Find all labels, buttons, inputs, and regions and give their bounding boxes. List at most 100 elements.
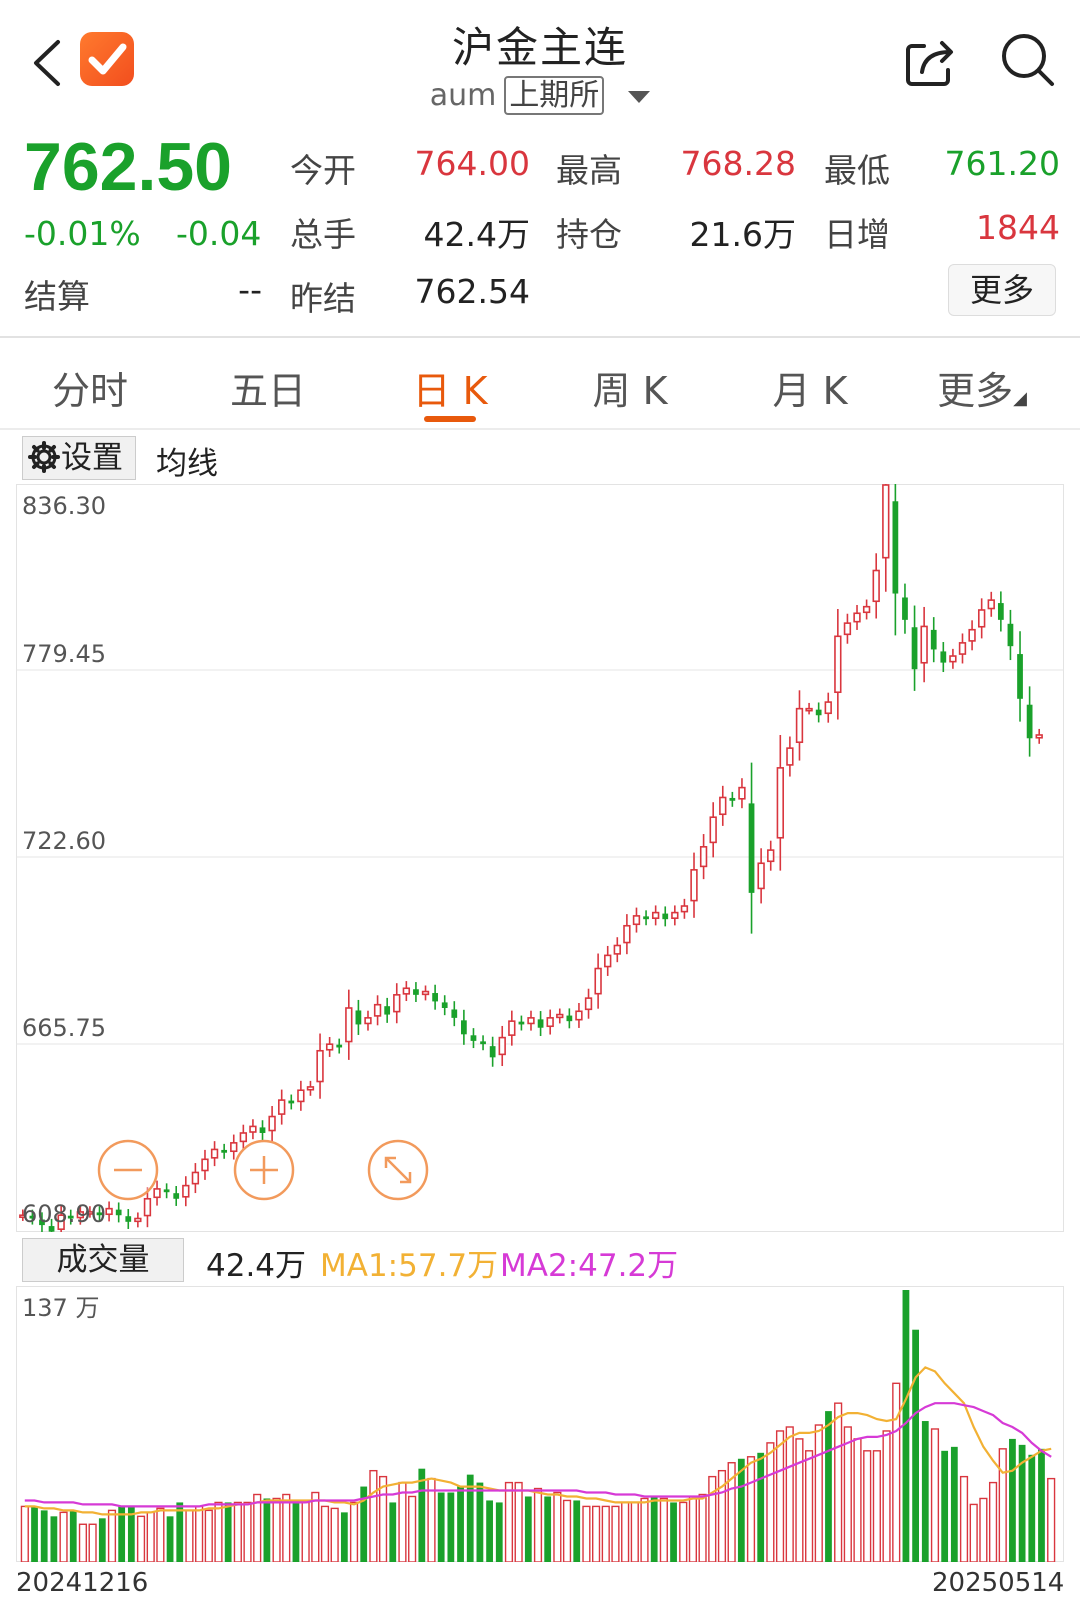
volume-bar — [650, 1496, 658, 1562]
volume-bar — [533, 1487, 543, 1562]
candle — [489, 1036, 496, 1067]
candle-body — [498, 1036, 506, 1056]
volume-bar — [330, 1507, 339, 1562]
candle — [584, 988, 593, 1019]
candle-body — [201, 1158, 209, 1172]
candle — [345, 989, 353, 1060]
candle-body — [776, 767, 784, 839]
share-button[interactable] — [900, 32, 960, 92]
volume-bar — [573, 1500, 581, 1562]
tab-weekly-k[interactable]: 周 K — [560, 360, 700, 415]
candle-body — [470, 1035, 477, 1041]
settings-button[interactable]: 设置 — [22, 436, 136, 480]
volume-bar — [214, 1501, 223, 1562]
volume-bar — [98, 1518, 106, 1562]
corner-arrow-icon: ◢ — [1013, 388, 1027, 409]
tab-intraday[interactable]: 分时 — [20, 360, 160, 415]
candle-body — [134, 1217, 142, 1223]
candle — [402, 981, 411, 1002]
tab-more-label: 更多 — [937, 369, 1014, 413]
candle-body — [643, 916, 649, 920]
candle-body — [805, 707, 813, 712]
candle-body — [882, 484, 890, 559]
volume-indicator-button[interactable]: 成交量 — [22, 1238, 184, 1282]
candle — [125, 1209, 132, 1229]
fullscreen-button[interactable] — [367, 1139, 429, 1201]
y-tick-label: 722.60 — [22, 827, 106, 855]
candle-body — [853, 612, 861, 623]
candle — [268, 1106, 276, 1142]
tab-daily-k[interactable]: 日 K — [380, 360, 520, 415]
volume-bar — [766, 1442, 775, 1562]
volume-bar — [843, 1426, 852, 1562]
volume-bar — [941, 1450, 949, 1562]
moving-average-button[interactable]: 均线 — [156, 438, 218, 483]
candle — [470, 1028, 477, 1049]
candle — [920, 606, 928, 683]
candle — [949, 648, 957, 669]
candle-body — [249, 1125, 257, 1133]
candle-body — [421, 990, 430, 996]
volume-bar — [40, 1510, 48, 1562]
y-tick-label: 608.90 — [22, 1200, 106, 1228]
tab-more[interactable]: 更多◢ — [912, 360, 1052, 415]
tab-five-day[interactable]: 五日 — [198, 360, 338, 415]
volume-bar — [31, 1506, 38, 1562]
volume-bar — [292, 1502, 300, 1562]
top-bar: 沪金主连 aum 上期所 — [0, 0, 1080, 120]
volume-bar — [398, 1481, 407, 1562]
candle-body — [546, 1017, 554, 1028]
tab-monthly-k[interactable]: 月 K — [740, 360, 880, 415]
stat-label-open: 今开 — [290, 151, 356, 190]
search-icon — [1002, 34, 1054, 86]
candle — [384, 997, 391, 1023]
candle — [632, 907, 641, 933]
candle — [173, 1186, 180, 1206]
zoom-out-button[interactable] — [97, 1139, 159, 1201]
volume-chart[interactable]: 137 万 — [16, 1286, 1064, 1562]
volume-bar — [447, 1492, 455, 1562]
volume-bar — [746, 1456, 756, 1562]
volume-bar — [601, 1505, 610, 1562]
y-tick-label: 836.30 — [22, 492, 106, 520]
candle — [824, 692, 832, 723]
volume-bar — [757, 1452, 765, 1562]
volume-bar — [504, 1481, 514, 1562]
volume-bar — [466, 1474, 474, 1562]
volume-bar — [679, 1501, 688, 1562]
volume-bar — [785, 1426, 794, 1562]
zoom-in-button[interactable] — [233, 1139, 295, 1201]
candle — [748, 762, 755, 934]
candle — [566, 1008, 573, 1029]
stat-value-high: 768.28 — [680, 144, 796, 183]
candle-body — [1007, 623, 1014, 647]
candle-body — [748, 803, 755, 893]
candle — [604, 945, 612, 976]
candle — [699, 834, 708, 880]
candle — [527, 1010, 535, 1031]
candle-body — [306, 1086, 315, 1091]
candle-body — [968, 628, 976, 642]
candlestick-chart[interactable]: 836.30 779.45 722.60 665.75 608.90 — [16, 484, 1064, 1232]
candle-body — [316, 1049, 324, 1083]
volume-bar — [263, 1498, 271, 1562]
candle — [958, 633, 967, 664]
volume-bar — [476, 1482, 484, 1562]
candle — [786, 736, 794, 777]
volume-bar — [224, 1502, 232, 1562]
candle-body — [163, 1189, 170, 1193]
candle — [940, 642, 947, 673]
volume-bar — [882, 1430, 891, 1562]
volume-current: 42.4万 — [206, 1248, 307, 1284]
candle — [210, 1141, 219, 1167]
volume-bar — [243, 1501, 252, 1562]
settings-label: 设置 — [61, 440, 123, 476]
volume-bar — [156, 1507, 165, 1562]
candle-body — [1026, 704, 1033, 739]
more-stats-button[interactable]: 更多 — [948, 264, 1056, 316]
search-button[interactable] — [998, 30, 1058, 90]
candle — [336, 1038, 343, 1054]
chart-frame — [16, 484, 1064, 1232]
candle-body — [757, 862, 765, 890]
candle — [892, 484, 899, 636]
